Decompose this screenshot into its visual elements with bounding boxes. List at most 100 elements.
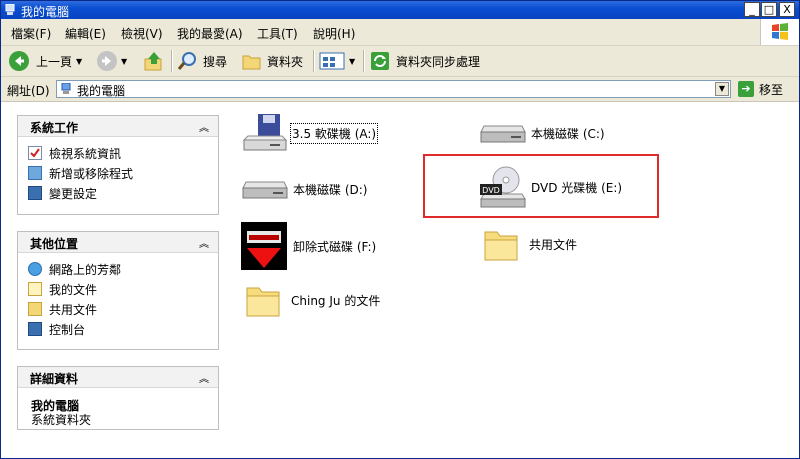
floppy-drive-icon [242,114,288,151]
other-places-panel: 其他位置 ︽ 網路上的芳鄰 我的文件 共用文件 控制台 [17,231,219,350]
menu-tools[interactable]: 工具(T) [257,25,298,42]
views-button[interactable]: ▼ [319,50,355,72]
control-panel-icon [28,322,42,336]
back-label: 上一頁 [36,54,73,69]
views-dropdown-icon[interactable]: ▼ [349,57,355,66]
folder-shared-documents[interactable]: 共用文件 [481,224,577,264]
item-label: 卸除式磁碟 (F:) [293,239,377,254]
menu-file[interactable]: 檔案(F) [11,25,51,42]
forward-arrow-icon [97,51,117,71]
back-button[interactable]: 上一頁 ▼ [9,50,82,72]
explorer-window: 我的電腦 _ □ X 檔案(F) 編輯(E) 檢視(V) 我的最愛(A) 工具(… [0,0,800,459]
hard-disk-icon [242,181,288,199]
menu-favorites[interactable]: 我的最愛(A) [177,25,243,42]
system-tasks-panel: 系統工作 ︽ 檢視系統資訊 新增或移除程式 變更設定 [17,115,219,215]
panel-title: 詳細資料 [30,372,79,386]
back-arrow-icon [9,51,29,71]
task-change-setting[interactable]: 變更設定 [28,184,97,202]
network-globe-icon [28,262,42,276]
place-label: 網路上的芳鄰 [49,262,122,277]
details-panel: 詳細資料 ︽ 我的電腦 系統資料夾 [17,366,219,430]
place-label: 控制台 [49,322,86,337]
address-dropdown-button[interactable]: ▼ [715,82,729,96]
install-icon [28,166,42,180]
chevron-up-icon[interactable]: ︽ [199,370,209,385]
up-button[interactable] [143,50,165,72]
panel-title: 其他位置 [30,237,79,251]
chevron-up-icon[interactable]: ︽ [199,119,209,134]
folders-icon [242,55,261,70]
toolbar: 上一頁 ▼ ▼ 搜尋 資料夾 ▼ 資料夾同步處理 [1,46,799,77]
hard-disk-icon [480,125,526,143]
address-bar: 網址(D) 我的電腦 ▼ ➔ 移至 [1,77,799,102]
menu-edit[interactable]: 編輯(E) [65,25,106,42]
menu-bar: 檔案(F) 編輯(E) 檢視(V) 我的最愛(A) 工具(T) 說明(H) [1,19,799,46]
folder-icon [246,287,280,317]
other-places-header[interactable]: 其他位置 ︽ [18,232,218,253]
close-button[interactable]: X [779,2,795,17]
drive-dvd-e[interactable]: DVD DVD 光碟機 (E:) [478,164,622,210]
sync-label: 資料夾同步處理 [396,54,481,69]
chevron-up-icon[interactable]: ︽ [199,235,209,250]
computer-icon [5,4,15,15]
address-label: 網址(D) [7,84,50,98]
folders-label: 資料夾 [267,54,304,69]
computer-icon [61,83,71,94]
settings-icon [28,186,42,200]
toolbar-separator [171,50,173,72]
drive-removable-f[interactable]: 卸除式磁碟 (F:) [241,222,376,270]
drive-local-d[interactable]: 本機磁碟 (D:) [240,174,367,204]
place-label: 我的文件 [49,282,98,297]
folder-icon [28,302,42,316]
drive-local-c[interactable]: 本機磁碟 (C:) [478,118,605,148]
task-label: 檢視系統資訊 [49,146,122,161]
go-arrow-icon: ➔ [738,81,754,97]
task-label: 新增或移除程式 [49,166,134,181]
dvd-badge: DVD [482,186,500,195]
removable-disk-icon [241,222,287,270]
item-label: 共用文件 [529,237,578,252]
address-value: 我的電腦 [77,84,126,98]
place-my-documents[interactable]: 我的文件 [28,280,97,298]
task-add-remove-programs[interactable]: 新增或移除程式 [28,164,133,182]
place-network[interactable]: 網路上的芳鄰 [28,260,121,278]
sync-button[interactable]: 資料夾同步處理 [369,50,480,72]
drive-floppy-a[interactable]: 3.5 軟碟機 (A:) [240,112,379,154]
toolbar-separator [363,50,365,72]
folders-button[interactable]: 資料夾 [241,50,303,72]
search-icon [177,52,196,70]
forward-dropdown-icon[interactable]: ▼ [121,57,127,66]
search-button[interactable]: 搜尋 [177,50,227,72]
details-header[interactable]: 詳細資料 ︽ [18,367,218,388]
content-area: 系統工作 ︽ 檢視系統資訊 新增或移除程式 變更設定 其他位置 ︽ 網路上的芳鄰… [1,102,799,458]
details-description: 系統資料夾 [31,413,92,427]
task-view-system-info[interactable]: 檢視系統資訊 [28,144,121,162]
menu-view[interactable]: 檢視(V) [121,25,163,42]
title-bar[interactable]: 我的電腦 _ □ X [1,1,799,19]
maximize-button[interactable]: □ [761,2,777,17]
sync-icon [371,52,389,70]
item-label: Ching Ju 的文件 [291,293,381,308]
go-label: 移至 [759,82,784,97]
folder-icon [484,231,518,261]
clipboard-check-icon [28,146,42,160]
task-label: 變更設定 [49,186,98,201]
place-shared-documents[interactable]: 共用文件 [28,300,97,318]
place-control-panel[interactable]: 控制台 [28,320,85,338]
dvd-drive-icon: DVD [480,166,526,208]
system-tasks-header[interactable]: 系統工作 ︽ [18,116,218,137]
item-label: 3.5 軟碟機 (A:) [289,122,379,144]
forward-button[interactable]: ▼ [97,50,127,72]
back-dropdown-icon[interactable]: ▼ [76,57,82,66]
menu-help[interactable]: 說明(H) [313,25,355,42]
window-title: 我的電腦 [21,5,70,19]
item-label: 本機磁碟 (C:) [531,126,605,141]
go-button[interactable]: ➔ 移至 [738,80,783,98]
item-label: DVD 光碟機 (E:) [531,180,623,195]
up-folder-icon [144,52,162,71]
item-label: 本機磁碟 (D:) [293,182,368,197]
windows-logo-icon [760,19,799,45]
folder-user-documents[interactable]: Ching Ju 的文件 [243,280,380,320]
address-input[interactable]: 我的電腦 ▼ [56,80,731,98]
minimize-button[interactable]: _ [744,2,760,17]
